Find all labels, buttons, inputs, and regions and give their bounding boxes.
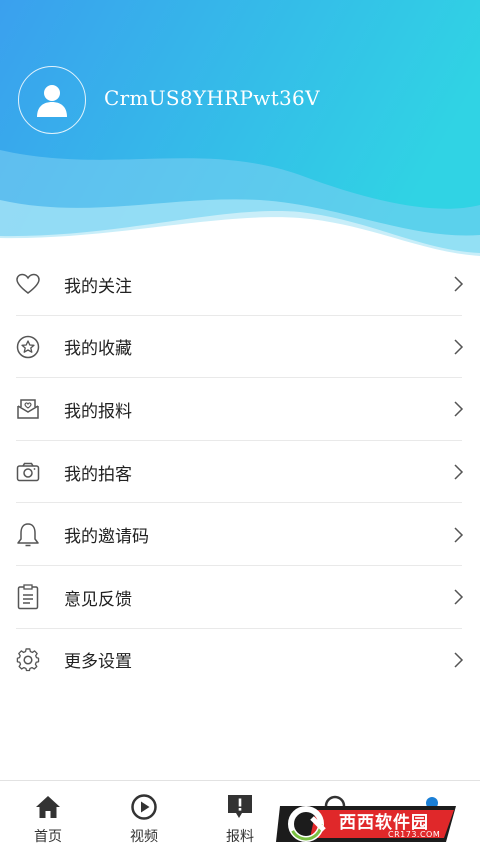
menu-item-favorites[interactable]: 我的收藏 [0, 316, 480, 379]
menu-label: 我的关注 [64, 276, 132, 297]
menu-label: 我的拍客 [64, 464, 132, 485]
tab-video[interactable]: 视频 [96, 781, 192, 853]
tab-label: 视频 [130, 829, 158, 845]
header-wave-background [0, 0, 480, 260]
menu-label: 我的报料 [64, 401, 132, 422]
tab-label: 报料 [226, 829, 254, 845]
avatar[interactable] [18, 66, 86, 134]
menu-item-invite-code[interactable]: 我的邀请码 [0, 503, 480, 566]
bell-icon [16, 522, 40, 547]
profile-header: CrmUS8YHRPwt36V [0, 0, 480, 260]
chevron-right-icon [454, 401, 464, 418]
clipboard-icon [16, 584, 40, 610]
menu-item-photographer[interactable]: 我的拍客 [0, 441, 480, 504]
gear-icon [16, 648, 40, 672]
watermark-subtext: CR173.COM [388, 830, 441, 839]
envelope-heart-icon [16, 397, 40, 421]
username[interactable]: CrmUS8YHRPwt36V [104, 86, 320, 110]
tab-tipoff[interactable]: 报料 [192, 781, 288, 853]
tab-label: 首页 [34, 829, 62, 845]
star-icon [16, 335, 40, 359]
menu-item-follows[interactable]: 我的关注 [0, 253, 480, 316]
user-silhouette-icon [37, 85, 67, 117]
menu-item-settings[interactable]: 更多设置 [0, 629, 480, 692]
chevron-right-icon [454, 464, 464, 480]
chevron-right-icon [454, 527, 464, 543]
menu-label: 我的邀请码 [64, 527, 149, 548]
chevron-right-icon [454, 339, 464, 355]
alert-icon [226, 793, 254, 821]
menu-item-feedback[interactable]: 意见反馈 [0, 566, 480, 629]
menu-label: 意见反馈 [64, 589, 132, 610]
tab-home[interactable]: 首页 [0, 781, 96, 853]
profile-menu: 我的关注 我的收藏 我的报料 我的拍客 我的邀请码 意见反馈 更多设置 [0, 253, 480, 691]
menu-item-tipoffs[interactable]: 我的报料 [0, 378, 480, 441]
chevron-right-icon [454, 276, 464, 292]
play-icon [130, 793, 158, 821]
chevron-right-icon [454, 589, 464, 605]
home-icon [34, 793, 62, 821]
menu-label: 更多设置 [64, 652, 132, 673]
camera-icon [16, 460, 40, 484]
chevron-right-icon [454, 652, 464, 668]
heart-icon [16, 272, 40, 296]
menu-label: 我的收藏 [64, 339, 132, 360]
